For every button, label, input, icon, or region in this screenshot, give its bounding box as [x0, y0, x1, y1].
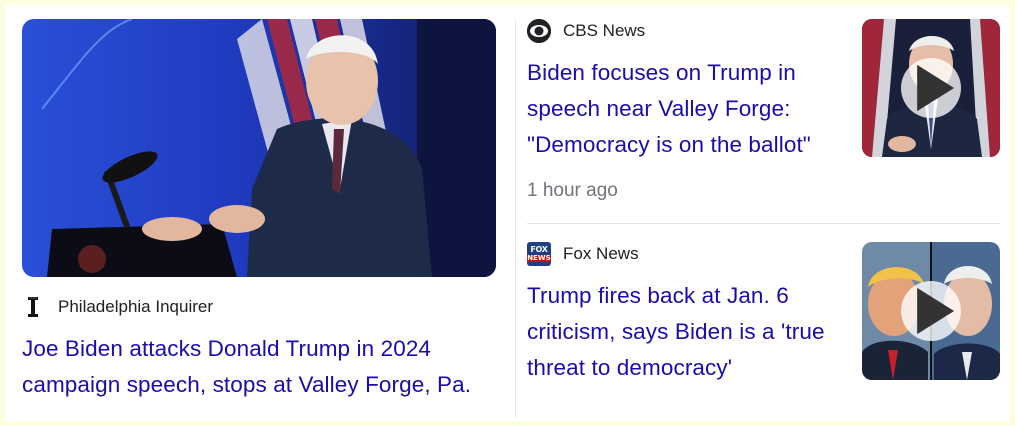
lead-story-source[interactable]: Philadelphia Inquirer — [22, 296, 213, 318]
story1-timestamp: 1 hour ago — [527, 180, 618, 201]
story2-headline[interactable]: Trump fires back at Jan. 6 criticism, sa… — [527, 278, 847, 386]
lead-source-name: Philadelphia Inquirer — [58, 297, 213, 316]
lead-story-image[interactable] — [22, 19, 496, 277]
story1-source-name: CBS News — [563, 21, 646, 40]
story1-source[interactable]: CBS News — [527, 19, 645, 43]
story1-headline[interactable]: Biden focuses on Trump in speech near Va… — [527, 55, 847, 163]
vertical-divider — [515, 19, 516, 419]
story1-thumbnail[interactable] — [862, 19, 1000, 157]
horizontal-divider — [527, 223, 1000, 224]
fox-news-logo-icon: FOX NEWS — [527, 242, 551, 266]
story2-source-name: Fox News — [563, 244, 639, 263]
lead-story-headline[interactable]: Joe Biden attacks Donald Trump in 2024 c… — [22, 331, 502, 403]
story2-thumbnail[interactable] — [862, 242, 1000, 380]
news-card: Philadelphia Inquirer Joe Biden attacks … — [5, 5, 1010, 421]
inquirer-logo-icon — [22, 296, 44, 318]
play-icon[interactable] — [901, 281, 961, 341]
story2-source[interactable]: FOX NEWS Fox News — [527, 242, 639, 266]
play-icon[interactable] — [901, 58, 961, 118]
cbs-eye-logo-icon — [527, 19, 551, 43]
